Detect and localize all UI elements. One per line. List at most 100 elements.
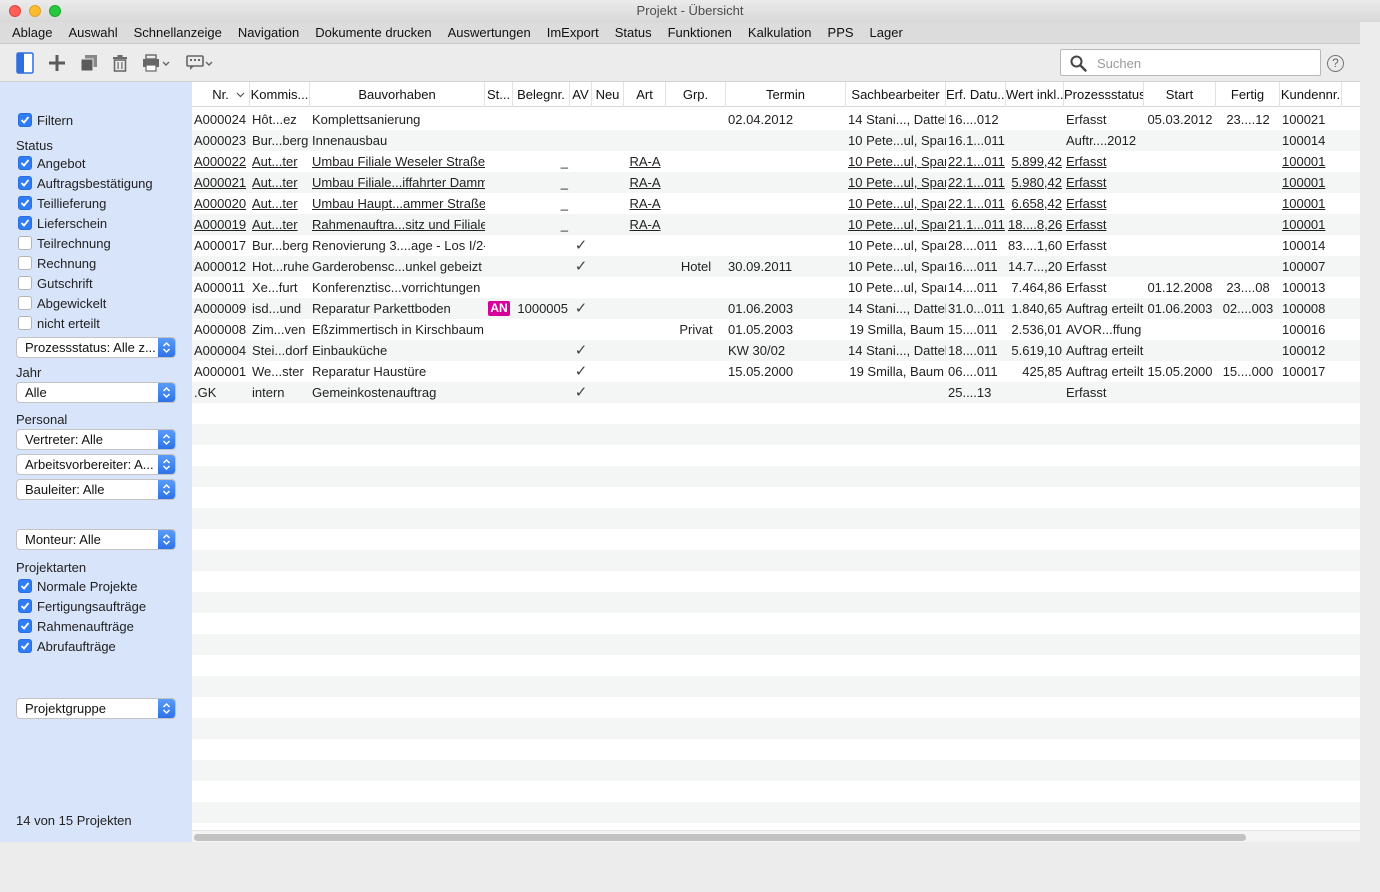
checkbox-unchecked-icon xyxy=(18,316,32,330)
status-checkbox-teillieferung[interactable]: Teillieferung xyxy=(18,194,106,212)
menu-dokumente-drucken[interactable]: Dokumente drucken xyxy=(307,22,439,44)
status-checkbox-abgewickelt[interactable]: Abgewickelt xyxy=(18,294,106,312)
maximize-window-button[interactable] xyxy=(49,5,61,17)
menu-lager[interactable]: Lager xyxy=(862,22,911,44)
cell-grp xyxy=(666,151,726,172)
projektgruppe-select[interactable]: Projektgruppe xyxy=(16,698,176,719)
duplicate-button[interactable] xyxy=(78,50,100,76)
projektart-checkbox-rahmenaufträge[interactable]: Rahmenaufträge xyxy=(18,617,134,635)
menu-ablage[interactable]: Ablage xyxy=(4,22,60,44)
column-header-grp[interactable]: Grp. xyxy=(666,82,726,107)
help-button[interactable]: ? xyxy=(1327,55,1344,72)
table-row[interactable]: A000021 Aut...ter Umbau Filiale...iffahrte… xyxy=(192,172,1360,193)
table-row[interactable]: A000022 Aut...ter Umbau Filiale Weseler St… xyxy=(192,151,1360,172)
jahr-select[interactable]: Alle xyxy=(16,382,176,403)
cell-grp xyxy=(666,361,726,382)
cell-wert: 18....8,26 xyxy=(1006,214,1064,235)
menu-imexport[interactable]: ImExport xyxy=(539,22,607,44)
status-checkbox-rechnung[interactable]: Rechnung xyxy=(18,254,96,272)
status-checkbox-nicht-erteilt[interactable]: nicht erteilt xyxy=(18,314,100,332)
filter-checkbox[interactable]: Filtern xyxy=(18,111,73,129)
menu-pps[interactable]: PPS xyxy=(820,22,862,44)
table-row[interactable]: A000004 Stei...dorf Einbauküche ✓ KW 30/02 14… xyxy=(192,340,1360,361)
column-header-st[interactable]: St... xyxy=(485,82,513,107)
column-header-kommis[interactable]: Kommis... xyxy=(250,82,310,107)
table-row xyxy=(192,466,1360,487)
column-header-beleg[interactable]: Belegnr. xyxy=(513,82,570,107)
table-row[interactable]: A000011 Xe...furt Konferenztisc...vorricht… xyxy=(192,277,1360,298)
column-header-art[interactable]: Art xyxy=(624,82,666,107)
projektart-checkbox-abrufaufträge[interactable]: Abrufaufträge xyxy=(18,637,116,655)
sidebar-toggle-button[interactable] xyxy=(14,50,36,76)
scrollbar-thumb[interactable] xyxy=(194,834,1246,841)
column-header-sach[interactable]: Sachbearbeiter xyxy=(846,82,946,107)
cell-neu xyxy=(592,172,624,193)
projektart-checkbox-normale-projekte[interactable]: Normale Projekte xyxy=(18,577,137,595)
menu-schnellanzeige[interactable]: Schnellanzeige xyxy=(126,22,230,44)
column-header-nr[interactable]: Nr. xyxy=(192,82,250,107)
table-row[interactable]: A000009 isd...und Reparatur Parkettboden AN… xyxy=(192,298,1360,319)
cell-beleg xyxy=(513,130,570,151)
column-header-fertig[interactable]: Fertig xyxy=(1216,82,1280,107)
add-button[interactable] xyxy=(46,50,68,76)
menu-kalkulation[interactable]: Kalkulation xyxy=(740,22,820,44)
cell-wert-text: 5.619,10 xyxy=(1011,343,1062,358)
table-row[interactable]: A000024 Hôt...ez Komplettsanierung 02.04.20… xyxy=(192,109,1360,130)
column-header-wert[interactable]: Wert inkl... xyxy=(1006,82,1064,107)
menu-auswertungen[interactable]: Auswertungen xyxy=(440,22,539,44)
arbeitsvorbereiter-select[interactable]: Arbeitsvorbereiter: A... xyxy=(16,454,176,475)
menu-status[interactable]: Status xyxy=(607,22,660,44)
cell-neu xyxy=(592,340,624,361)
cell-erf: 16....011 xyxy=(946,256,1006,277)
cell-kunde xyxy=(1280,382,1342,403)
column-header-erf[interactable]: Erf. Datu... xyxy=(946,82,1006,107)
vertreter-select[interactable]: Vertreter: Alle xyxy=(16,429,176,450)
minimize-window-button[interactable] xyxy=(29,5,41,17)
close-window-button[interactable] xyxy=(9,5,21,17)
cell-nr-text: A000001 xyxy=(194,364,247,379)
status-checkbox-gutschrift[interactable]: Gutschrift xyxy=(18,274,93,292)
status-checkbox-teilrechnung[interactable]: Teilrechnung xyxy=(18,234,111,252)
column-header-av[interactable]: AV xyxy=(570,82,592,107)
cell-sach-text: 10 Pete...ul, Span xyxy=(848,259,946,274)
projektart-checkbox-fertigungsaufträge[interactable]: Fertigungsaufträge xyxy=(18,597,146,615)
table-row[interactable]: A000008 Zim...ven Eßzimmertisch in Kirschb… xyxy=(192,319,1360,340)
print-button[interactable] xyxy=(142,50,172,76)
column-header-proz[interactable]: Prozessstatus xyxy=(1064,82,1144,107)
monteur-select[interactable]: Monteur: Alle xyxy=(16,529,176,550)
table-row[interactable]: .GK intern Gemeinkostenauftrag ✓ 25....13 Erf… xyxy=(192,382,1360,403)
cell-neu xyxy=(592,382,624,403)
menu-funktionen[interactable]: Funktionen xyxy=(660,22,740,44)
cell-bau-text: Renovierung 3....age - Los I/2-1 xyxy=(312,238,485,253)
table-row[interactable]: A000012 Hot...ruhe Garderobensc...unkel ge… xyxy=(192,256,1360,277)
column-header-kunde[interactable]: Kundennr. xyxy=(1280,82,1342,107)
projektart-checkbox-label: Normale Projekte xyxy=(37,578,138,594)
status-checkbox-auftragsbestätigung[interactable]: Auftragsbestätigung xyxy=(18,174,153,192)
table-row[interactable]: A000020 Aut...ter Umbau Haupt...ammer Stra… xyxy=(192,193,1360,214)
column-header-start[interactable]: Start xyxy=(1144,82,1216,107)
menu-auswahl[interactable]: Auswahl xyxy=(60,22,125,44)
status-checkbox-angebot[interactable]: Angebot xyxy=(18,154,85,172)
search-input[interactable] xyxy=(1095,53,1315,73)
column-header-termin[interactable]: Termin xyxy=(726,82,846,107)
cell-sach xyxy=(846,382,946,403)
table-row[interactable]: A000001 We...ster Reparatur Haustüre ✓ 15.05… xyxy=(192,361,1360,382)
cell-beleg-text: 1000005 xyxy=(517,301,568,316)
table-row[interactable]: A000019 Aut...ter Rahmenauftra...sitz und … xyxy=(192,214,1360,235)
table-row[interactable]: A000017 Bur...berg Renovierung 3....age - … xyxy=(192,235,1360,256)
menu-navigation[interactable]: Navigation xyxy=(230,22,307,44)
horizontal-scrollbar[interactable] xyxy=(192,830,1360,842)
cell-kunde: 100021 xyxy=(1280,109,1342,130)
prozessstatus-select[interactable]: Prozessstatus: Alle z... xyxy=(16,337,176,358)
search-field[interactable] xyxy=(1060,49,1321,76)
comment-button[interactable] xyxy=(186,50,216,76)
projektarten-section-label: Projektarten xyxy=(16,560,87,575)
table-row[interactable]: A000023 Bur...berg Innenausbau 10 Pete...ul… xyxy=(192,130,1360,151)
column-header-neu[interactable]: Neu xyxy=(592,82,624,107)
bauleiter-select[interactable]: Bauleiter: Alle xyxy=(16,479,176,500)
cell-beleg xyxy=(513,235,570,256)
select-arrows-icon xyxy=(158,383,175,402)
status-checkbox-lieferschein[interactable]: Lieferschein xyxy=(18,214,107,232)
column-header-bau[interactable]: Bauvorhaben xyxy=(310,82,485,107)
delete-button[interactable] xyxy=(110,50,130,76)
